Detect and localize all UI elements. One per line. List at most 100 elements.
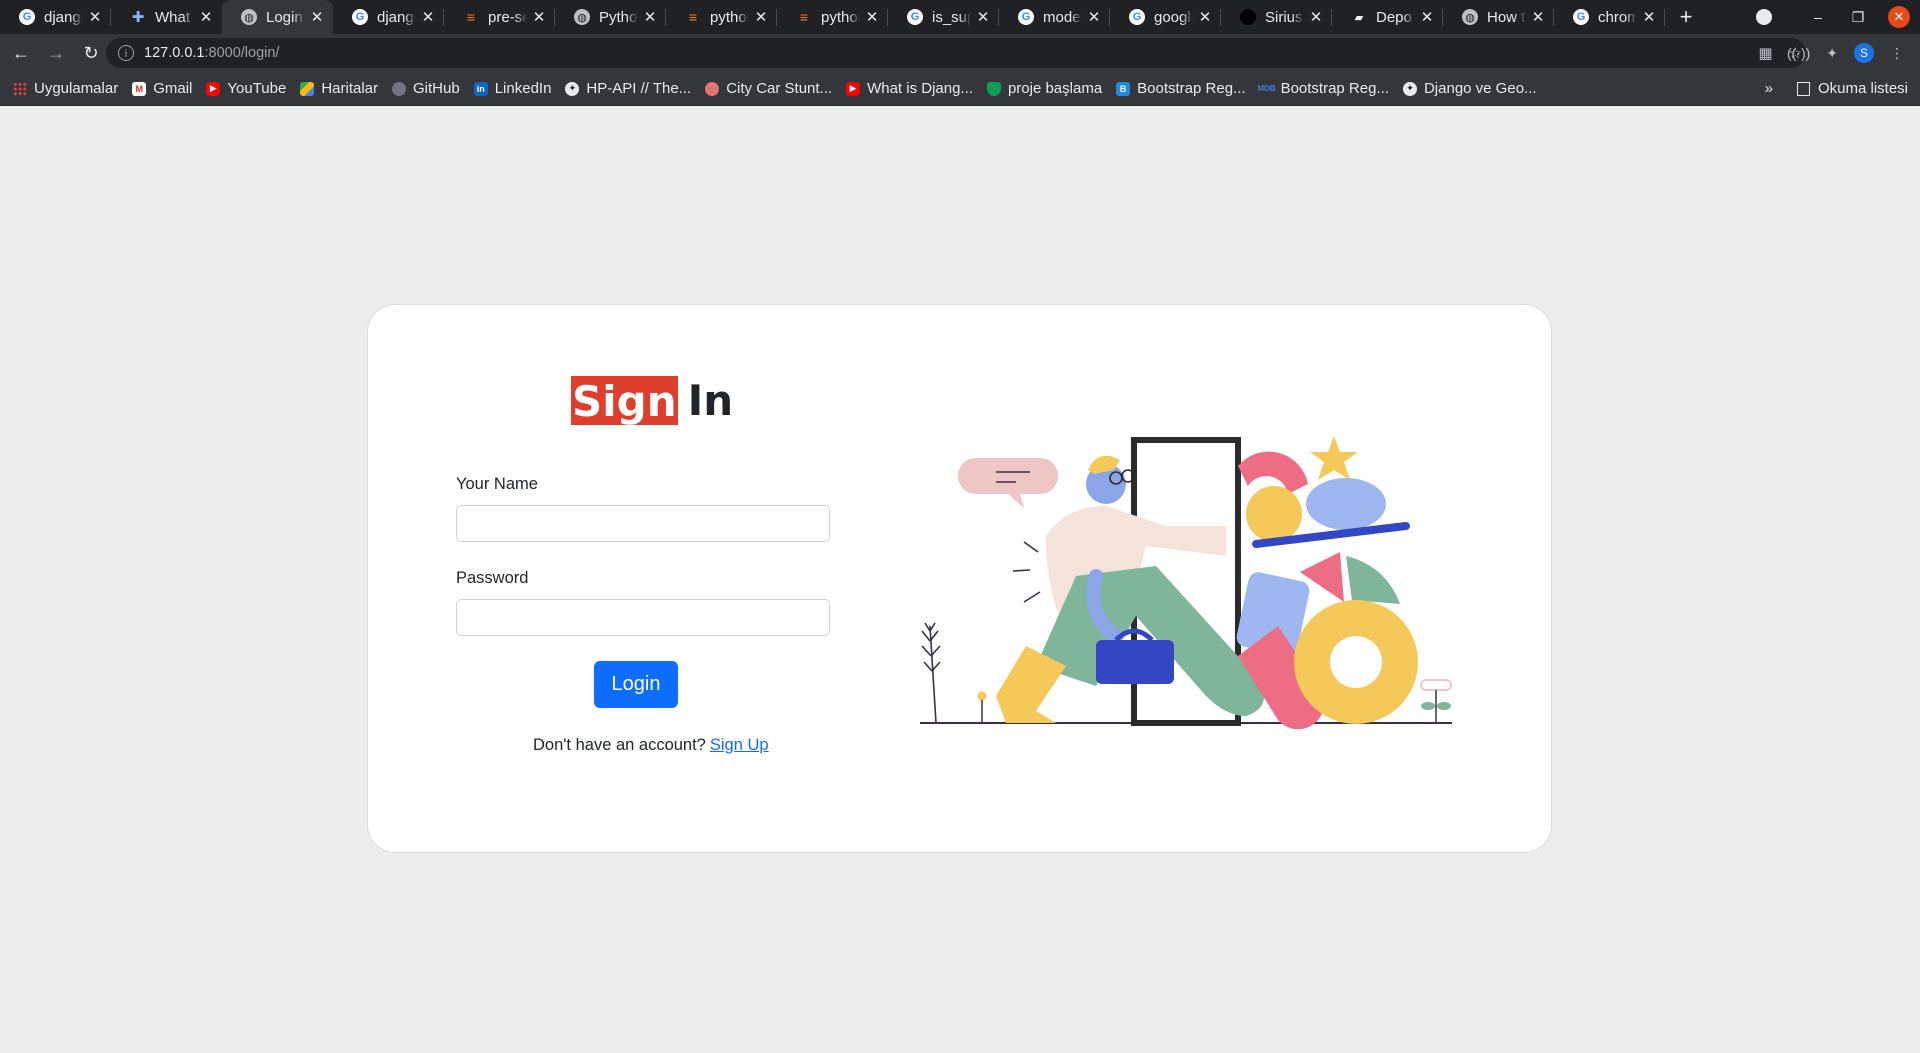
forward-arrow-icon[interactable]: → <box>42 39 70 67</box>
globe-icon: ✦ <box>1402 81 1417 96</box>
signup-link[interactable]: Sign Up <box>710 736 769 754</box>
tab-close-icon[interactable]: ✕ <box>1530 8 1546 26</box>
browser-tab[interactable]: Gis_supe✕ <box>888 0 999 34</box>
tab-close-icon[interactable]: ✕ <box>531 8 547 26</box>
tab-close-icon[interactable]: ✕ <box>420 8 436 26</box>
tab-close-icon[interactable]: ✕ <box>753 8 769 26</box>
more-bookmarks-chevron-icon[interactable]: » <box>1765 80 1773 97</box>
bookmark-item[interactable]: Haritalar <box>300 80 378 97</box>
profile-avatar[interactable]: S <box>1854 43 1874 63</box>
tab-close-icon[interactable]: ✕ <box>309 8 325 26</box>
url-host: 127.0.0.1 <box>144 45 205 61</box>
close-window-icon[interactable]: ✕ <box>1888 6 1910 28</box>
youtube-icon: ▶ <box>206 81 221 96</box>
apps-icon <box>13 81 27 96</box>
title-highlight: Sign <box>571 376 678 426</box>
tab-title: chrom <box>1598 8 1637 26</box>
bookmarks-bar: Uygulamalar M Gmail ▶ YouTube Haritalar GitHub… <box>0 72 1920 106</box>
google-icon: G <box>907 9 923 25</box>
bookmark-item[interactable]: ✦ HP-API // The... <box>565 80 691 97</box>
tab-title: django <box>44 8 83 26</box>
tab-title: What Y <box>155 8 194 26</box>
browser-tab[interactable]: ◍ Python✕ <box>555 0 666 34</box>
extensions-icon[interactable]: ✦ <box>1826 45 1838 62</box>
browser-tab[interactable]: Gchrom ✕ <box>1554 0 1665 34</box>
tab-title: How to <box>1487 8 1526 26</box>
tab-close-icon[interactable]: ✕ <box>198 8 214 26</box>
bookmark-item[interactable]: ▶ YouTube <box>206 80 286 97</box>
game-icon <box>705 81 720 96</box>
tab-close-icon[interactable]: ✕ <box>975 8 991 26</box>
browser-tab[interactable]: ✚ What Y✕ <box>111 0 222 34</box>
name-label: Your Name <box>456 475 538 493</box>
tab-strip: Gdjango✕✚What Y✕◍Login✕Gdjango✕≡pre-sel✕… <box>0 0 1920 34</box>
bookmark-item[interactable]: ✦ Django ve Geo... <box>1402 80 1537 97</box>
reading-list-icon <box>1796 81 1810 96</box>
bookmark-item[interactable]: MDB Bootstrap Reg... <box>1257 80 1389 97</box>
browser-tab[interactable]: ◍ Login ✕ <box>222 0 333 34</box>
bookmark-item[interactable]: ▶ What is Djang... <box>846 80 973 97</box>
back-arrow-icon[interactable]: ← <box>7 39 35 67</box>
sign-in-illustration <box>920 436 1452 730</box>
login-button[interactable]: Login <box>594 661 678 708</box>
tab-title: Python <box>599 8 638 26</box>
restore-icon[interactable]: ❐ <box>1842 9 1874 26</box>
bookmark-item[interactable]: Uygulamalar <box>13 80 118 97</box>
mdb-icon: MDB <box>1257 84 1276 93</box>
tab-title: Depo ( <box>1376 8 1415 26</box>
bookmark-item[interactable]: M Gmail <box>132 80 192 97</box>
menu-kebab-icon[interactable]: ⋮ <box>1890 45 1904 62</box>
tab-title: python <box>710 8 749 26</box>
tab-close-icon[interactable]: ✕ <box>1086 8 1102 26</box>
bookmark-item[interactable]: GitHub <box>392 80 460 97</box>
tab-search-icon[interactable] <box>1756 9 1772 25</box>
globe-icon: ◍ <box>574 9 590 25</box>
browser-tab[interactable]: Gmodel ✕ <box>999 0 1110 34</box>
browser-tab[interactable]: ▰ Depo (✕ <box>1332 0 1443 34</box>
bookmark-label: proje başlama <box>1007 80 1103 97</box>
bookmark-label: What is Djang... <box>867 80 973 97</box>
browser-tab[interactable]: Ggoogle✕ <box>1110 0 1221 34</box>
tab-close-icon[interactable]: ✕ <box>1641 8 1657 26</box>
tab-close-icon[interactable]: ✕ <box>87 8 103 26</box>
bookmark-label: YouTube <box>227 80 287 97</box>
linkedin-icon: in <box>473 81 488 96</box>
translate-icon[interactable]: ▦ <box>1758 44 1772 62</box>
new-tab-plus-icon[interactable]: + <box>1671 4 1701 30</box>
cast-icon[interactable]: ((·)) <box>1787 45 1810 61</box>
bookmark-label: GitHub <box>413 80 460 97</box>
signup-prompt: Don't have an account? Sign Up <box>533 736 769 755</box>
bookmark-label: Django ve Geo... <box>1423 80 1537 97</box>
browser-tab[interactable]: ≡ python✕ <box>777 0 888 34</box>
tab-close-icon[interactable]: ✕ <box>642 8 658 26</box>
browser-tab[interactable]: ≡ python✕ <box>666 0 777 34</box>
google-icon: G <box>19 9 35 25</box>
tab-close-icon[interactable]: ✕ <box>864 8 880 26</box>
globe-icon: ◍ <box>1462 9 1478 25</box>
bookmark-item[interactable]: in LinkedIn <box>473 80 551 97</box>
browser-tab[interactable]: Sirius-S✕ <box>1221 0 1332 34</box>
reload-icon[interactable]: ↻ <box>77 39 105 67</box>
youtube-icon: ▶ <box>846 81 861 96</box>
password-input[interactable] <box>456 599 830 636</box>
name-input[interactable] <box>456 505 830 542</box>
tab-title: pre-sel <box>488 8 527 26</box>
browser-tab[interactable]: Gdjango✕ <box>333 0 444 34</box>
bookmark-item[interactable]: B Bootstrap Reg... <box>1116 80 1246 97</box>
bookmark-item[interactable]: proje başlama <box>986 80 1103 97</box>
globe-icon: ◍ <box>241 9 257 25</box>
browser-tab[interactable]: Gdjango✕ <box>0 0 111 34</box>
tab-close-icon[interactable]: ✕ <box>1419 8 1435 26</box>
reading-list-button[interactable]: Okuma listesi <box>1818 80 1908 97</box>
site-info-icon[interactable]: i <box>118 45 134 61</box>
tab-close-icon[interactable]: ✕ <box>1308 8 1324 26</box>
address-bar[interactable]: i 127.0.0.1:8000/login/ ▦ ☆ <box>106 38 1806 68</box>
minimize-icon[interactable]: – <box>1802 9 1834 25</box>
tab-title: python <box>821 8 860 26</box>
url-text[interactable]: 127.0.0.1:8000/login/ <box>144 45 279 61</box>
tab-close-icon[interactable]: ✕ <box>1197 8 1213 26</box>
browser-tab[interactable]: ≡ pre-sel✕ <box>444 0 555 34</box>
browser-tab[interactable]: ◍ How to✕ <box>1443 0 1554 34</box>
bookmark-item[interactable]: City Car Stunt... <box>705 80 832 97</box>
google-icon: G <box>1129 9 1145 25</box>
